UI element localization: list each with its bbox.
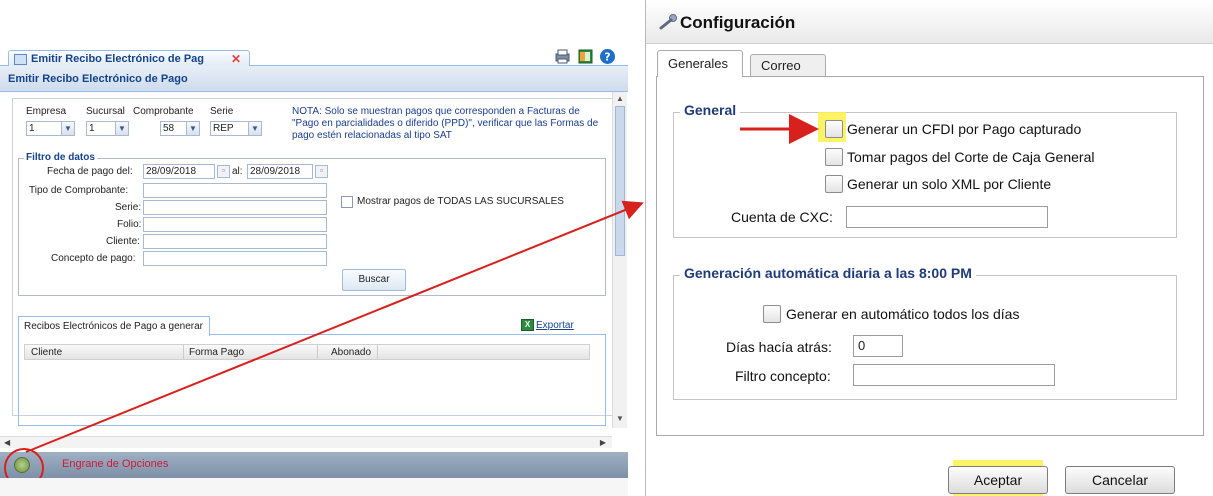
comprobante-select[interactable]: 58 ▼ bbox=[160, 121, 200, 136]
horizontal-scrollbar[interactable]: ◀ ▶ bbox=[0, 436, 612, 448]
print-icon[interactable] bbox=[554, 48, 571, 65]
concepto-input[interactable] bbox=[143, 251, 327, 266]
filtro-concepto-input[interactable] bbox=[853, 364, 1055, 386]
cuenta-cxc-input[interactable] bbox=[846, 206, 1048, 228]
col-divider bbox=[183, 345, 184, 359]
serie-value: REP bbox=[213, 123, 234, 134]
col-abonado[interactable]: Abonado bbox=[331, 347, 371, 358]
solo-xml-checkbox[interactable] bbox=[825, 175, 843, 193]
scroll-right-icon[interactable]: ▶ bbox=[600, 438, 606, 447]
scroll-down-icon[interactable]: ▼ bbox=[616, 414, 624, 423]
al-label: al: bbox=[232, 166, 243, 177]
scroll-up-icon[interactable]: ▲ bbox=[616, 94, 624, 103]
svg-text:?: ? bbox=[604, 51, 610, 64]
cuenta-cxc-label: Cuenta de CXC: bbox=[731, 209, 833, 225]
filtro-concepto-label: Filtro concepto: bbox=[735, 368, 831, 384]
concepto-label: Concepto de pago: bbox=[51, 253, 136, 264]
tab-generales[interactable]: Generales bbox=[657, 50, 743, 77]
excel-icon[interactable] bbox=[577, 48, 594, 65]
aceptar-button[interactable]: Aceptar bbox=[948, 466, 1048, 494]
filtro-title: Filtro de datos bbox=[24, 152, 97, 163]
help-icon[interactable]: ? bbox=[599, 48, 616, 65]
calendar-icon[interactable]: ▫ bbox=[315, 165, 328, 178]
export-excel-icon[interactable]: X bbox=[521, 319, 534, 331]
recibo-window: Emitir Recibo Electrónico de Pag ✕ Emiti… bbox=[0, 44, 628, 496]
serie-select[interactable]: REP ▼ bbox=[210, 121, 262, 136]
cancelar-button[interactable]: Cancelar bbox=[1065, 466, 1175, 494]
close-icon[interactable]: ✕ bbox=[231, 52, 241, 66]
serie-filter-label: Serie: bbox=[115, 202, 142, 213]
sucursal-select[interactable]: 1 ▼ bbox=[86, 121, 129, 136]
empresa-select[interactable]: 1 ▼ bbox=[26, 121, 75, 136]
chevron-down-icon: ▼ bbox=[248, 122, 261, 135]
scroll-left-icon[interactable]: ◀ bbox=[4, 438, 10, 447]
comprobante-value: 58 bbox=[163, 123, 175, 134]
empresa-value: 1 bbox=[29, 123, 35, 134]
tab-correo[interactable]: Correo bbox=[750, 54, 826, 76]
chevron-down-icon: ▼ bbox=[186, 122, 199, 135]
nota-text: NOTA: Solo se muestran pagos que corresp… bbox=[292, 106, 599, 141]
col-divider bbox=[377, 345, 378, 359]
cfdi-por-pago-label: Generar un CFDI por Pago capturado bbox=[847, 121, 1082, 137]
tab-recibos[interactable]: Recibos Electrónicos de Pago a generar bbox=[18, 316, 210, 336]
sucursal-value: 1 bbox=[89, 123, 95, 134]
status-strip bbox=[0, 478, 628, 496]
col-divider bbox=[317, 345, 318, 359]
col-forma-pago[interactable]: Forma Pago bbox=[189, 347, 244, 358]
document-icon bbox=[14, 54, 27, 65]
tipo-input[interactable] bbox=[143, 183, 327, 198]
scroll-thumb[interactable] bbox=[615, 106, 625, 256]
wrench-icon bbox=[659, 14, 677, 30]
sucursal-label: Sucursal bbox=[86, 106, 125, 117]
folio-label: Folio: bbox=[117, 219, 142, 230]
calendar-icon[interactable]: ▫ bbox=[217, 165, 230, 178]
general-title: General bbox=[680, 102, 741, 118]
cliente-input[interactable] bbox=[143, 234, 327, 249]
corte-caja-checkbox[interactable] bbox=[825, 148, 843, 166]
auto-diario-label: Generar en automático todos los días bbox=[786, 306, 1020, 322]
chevron-down-icon: ▼ bbox=[61, 122, 74, 135]
folio-input[interactable] bbox=[143, 217, 327, 232]
col-cliente[interactable]: Cliente bbox=[31, 347, 62, 358]
empresa-label: Empresa bbox=[26, 106, 67, 117]
mostrar-todas-label: Mostrar pagos de TODAS LAS SUCURSALES bbox=[357, 196, 564, 207]
grid-header: Cliente Forma Pago Abonado bbox=[24, 344, 590, 360]
fecha-label: Fecha de pago del: bbox=[47, 166, 133, 177]
chevron-down-icon: ▼ bbox=[115, 122, 128, 135]
auto-title: Generación automática diaria a las 8:00 … bbox=[680, 265, 976, 281]
configuracion-dialog: Configuración Generales Correo General G… bbox=[645, 0, 1213, 496]
tab-label: Emitir Recibo Electrónico de Pag bbox=[31, 53, 204, 65]
tipo-label: Tipo de Comprobante: bbox=[29, 185, 129, 196]
dias-atras-input[interactable]: 0 bbox=[853, 335, 903, 357]
fecha-al-input[interactable]: 28/09/2018 bbox=[247, 164, 313, 179]
solo-xml-label: Generar un solo XML por Cliente bbox=[847, 176, 1052, 192]
comprobante-label: Comprobante bbox=[133, 106, 194, 117]
buscar-button[interactable]: Buscar bbox=[342, 269, 406, 291]
mostrar-todas-checkbox[interactable] bbox=[341, 196, 353, 208]
exportar-link[interactable]: Exportar bbox=[536, 320, 574, 331]
panel-title: Emitir Recibo Electrónico de Pago bbox=[0, 66, 628, 92]
cfdi-por-pago-checkbox[interactable] bbox=[825, 120, 843, 138]
fecha-del-input[interactable]: 28/09/2018 bbox=[143, 164, 215, 179]
serie-label: Serie bbox=[210, 106, 234, 117]
dias-atras-label: Días hacía atrás: bbox=[726, 339, 832, 355]
corte-caja-label: Tomar pagos del Corte de Caja General bbox=[847, 149, 1095, 165]
dialog-title: Configuración bbox=[646, 0, 1213, 44]
vertical-scrollbar[interactable]: ▲ ▼ bbox=[612, 92, 627, 428]
serie-input[interactable] bbox=[143, 200, 327, 215]
cliente-label: Cliente: bbox=[106, 236, 140, 247]
gear-annotation: Engrane de Opciones bbox=[62, 458, 169, 470]
auto-diario-checkbox[interactable] bbox=[763, 305, 781, 323]
